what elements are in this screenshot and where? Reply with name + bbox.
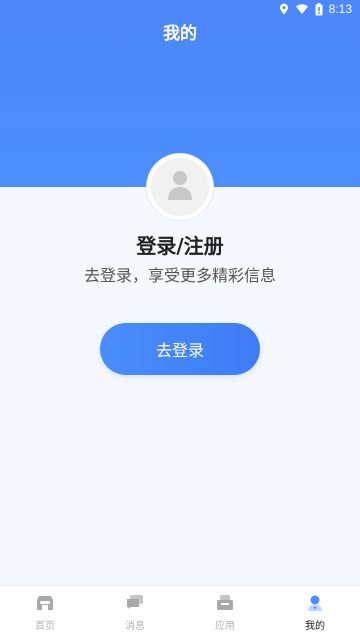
login-subtitle: 去登录，享受更多精彩信息 <box>83 266 276 285</box>
login-button[interactable]: 去登录 <box>100 323 260 375</box>
tab-messages[interactable]: 消息 <box>90 586 180 640</box>
tab-profile[interactable]: 我的 <box>270 586 360 640</box>
avatar-inner <box>151 158 209 216</box>
tab-messages-label: 消息 <box>125 621 145 632</box>
home-icon <box>36 593 54 613</box>
wifi-icon <box>295 3 309 15</box>
tab-apps-label: 应用 <box>215 621 235 632</box>
profile-icon <box>306 593 324 613</box>
bottom-tab-bar: 首页 消息 应用 我的 <box>0 585 360 640</box>
avatar[interactable] <box>147 154 213 220</box>
login-title: 登录/注册 <box>136 234 224 258</box>
status-icons: 8:13 <box>279 2 352 16</box>
apps-icon <box>216 593 234 613</box>
tab-apps[interactable]: 应用 <box>180 586 270 640</box>
tab-home-label: 首页 <box>35 621 55 632</box>
status-time: 8:13 <box>328 2 352 16</box>
status-bar: 8:13 <box>0 0 360 18</box>
tab-profile-label: 我的 <box>305 621 325 632</box>
tab-home[interactable]: 首页 <box>0 586 90 640</box>
location-icon <box>279 3 289 15</box>
page-title: 我的 <box>163 24 197 44</box>
message-icon <box>126 593 144 613</box>
user-icon <box>165 169 195 205</box>
battery-icon <box>315 2 323 16</box>
